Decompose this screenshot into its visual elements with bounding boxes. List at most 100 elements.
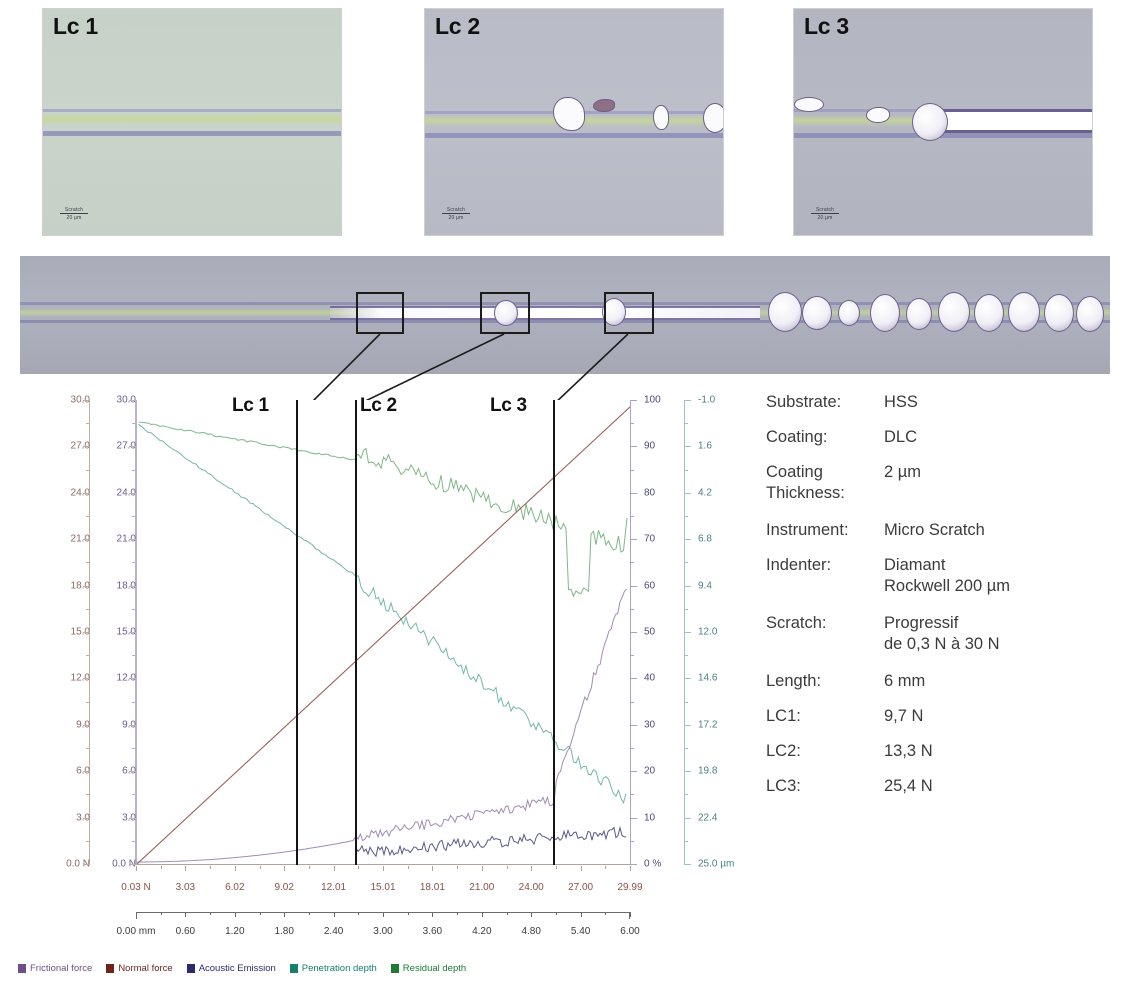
axis-tick <box>129 771 136 773</box>
scratch-panorama[interactable] <box>20 256 1110 374</box>
info-key: Coating: <box>766 428 828 446</box>
callout-box-lc2[interactable] <box>480 292 530 334</box>
info-value: 13,3 N <box>884 742 933 760</box>
info-key: Scratch: <box>766 614 827 632</box>
micrograph-row: Lc 1 Scratch 20 µm Lc 2 Scratch 20 µm Lc <box>0 0 1130 248</box>
axis-acoustic-emission: 100 90 80 70 60 50 40 30 20 10 0 % <box>630 395 682 870</box>
axis-normal-force: 30.0 27.0 24.0 21.0 18.0 15.0 12.0 9.0 6.0 3.0 0.0… <box>22 395 90 870</box>
axis-tick-label: 100 <box>644 394 661 406</box>
axis-tick <box>684 655 688 657</box>
axis-tick <box>684 794 688 796</box>
panorama-blob <box>906 298 932 330</box>
axis-tick-label: 40 <box>644 672 656 684</box>
axis-tick <box>132 655 136 657</box>
axis-tick-label: 18.01 <box>419 882 445 893</box>
axis-tick <box>684 771 691 773</box>
axis-tick <box>630 866 631 871</box>
axis-tick-label: 30 <box>644 719 656 731</box>
micrograph-lc1-label: Lc 1 <box>53 13 98 39</box>
axis-tick-label: 6.02 <box>225 882 245 893</box>
axis-tick-minor <box>210 912 212 915</box>
micrograph-lc1[interactable]: Lc 1 Scratch 20 µm <box>42 8 342 236</box>
axis-tick-minor <box>160 912 162 915</box>
axis-tick <box>132 794 136 796</box>
scratch-chart[interactable]: ++++++++++++++++++++++++++++++++++++++++… <box>0 388 734 948</box>
legend-item[interactable]: Residual depth <box>390 962 467 974</box>
axis-tick-minor <box>407 912 409 915</box>
axis-tick <box>383 912 384 917</box>
axis-tick <box>432 866 434 871</box>
axis-tick <box>136 866 137 871</box>
axis-tick-label: 19.8 <box>698 765 718 777</box>
legend-item[interactable]: Normal force <box>106 962 173 974</box>
info-key: Coating Thickness: <box>766 463 845 502</box>
axis-tick <box>630 771 637 773</box>
axis-tick-label: 9.4 <box>698 580 712 592</box>
info-value: 9,7 N <box>884 707 924 725</box>
info-row: Length: 6 mm <box>766 671 1126 692</box>
axis-tick-label: 24.00 <box>518 882 544 893</box>
chart-legend: Frictional force Normal force Acoustic Emi… <box>14 958 574 978</box>
axis-tick <box>684 562 688 564</box>
axis-tick <box>630 539 637 541</box>
legend-item[interactable]: Acoustic Emission <box>186 963 276 974</box>
axis-tick <box>684 840 688 842</box>
axis-tick <box>481 912 483 917</box>
info-value: HSS <box>884 393 918 411</box>
axis-tick <box>129 446 136 448</box>
axis-tick-label: 1.20 <box>225 926 245 937</box>
axis-tick-label: 12.01 <box>321 882 347 893</box>
info-key: Instrument: <box>766 521 849 539</box>
micrograph-lc2[interactable]: Lc 2 Scratch 20 µm <box>424 8 724 236</box>
axis-tick <box>284 912 286 917</box>
legend-label: Normal force <box>118 962 173 974</box>
scale-bar-lc1: Scratch 20 µm <box>57 207 91 221</box>
axis-tick <box>580 866 582 871</box>
spallation-chip <box>593 99 615 112</box>
micrograph-lc3-label: Lc 3 <box>804 13 849 39</box>
axis-tick-label: 3.60 <box>422 926 443 937</box>
info-value: Progressif de 0,3 N à 30 N <box>884 614 1000 653</box>
legend-item[interactable]: Penetration depth <box>289 963 377 974</box>
axis-tick <box>132 840 136 842</box>
axis-tick-label: 80 <box>644 487 656 499</box>
scratch-track-edge-lower <box>425 133 723 138</box>
callout-box-lc1[interactable] <box>356 292 404 334</box>
axis-tick <box>684 608 688 610</box>
spallation-chip <box>866 107 890 123</box>
panorama-blob <box>768 292 802 332</box>
chart-curves <box>136 405 632 865</box>
panorama-blob <box>1008 292 1040 332</box>
lc-label-1: Lc 1 <box>232 395 269 416</box>
info-row: Scratch: Progressif de 0,3 N à 30 N <box>766 613 1126 655</box>
micrograph-lc3[interactable]: Lc 3 Scratch 20 µm <box>793 8 1093 236</box>
axis-tick-label: 90 <box>644 440 656 452</box>
panorama-blob <box>1076 296 1104 332</box>
axis-tick-minor <box>457 866 459 869</box>
axis-tick-label: 5.40 <box>570 926 591 937</box>
axis-tick <box>684 446 691 448</box>
legend-item[interactable]: Frictional force <box>18 963 92 974</box>
axis-tick-label: 0.00 mm <box>116 926 156 937</box>
axis-tick <box>580 912 582 917</box>
axis-tick-minor <box>555 866 557 869</box>
axis-tick-minor <box>506 866 508 869</box>
axis-tick <box>132 469 136 471</box>
axis-tick-label: 0.60 <box>175 926 196 937</box>
axis-tick <box>684 516 688 517</box>
axis-depth: -1.0 1.6 4.2 6.8 9.4 12.0 14.6 17.2 19.8 22.4 25.0… <box>684 395 750 870</box>
scale-bar-caption: Scratch <box>815 207 835 213</box>
axis-tick-label: 25.0 µm <box>698 858 735 870</box>
info-row: Coating Thickness: 2 µm <box>766 462 1126 504</box>
legend-swatch <box>106 963 115 973</box>
axis-tick <box>129 492 136 494</box>
axis-tick-minor <box>358 866 360 869</box>
axis-frictional-force: 30.0 27.0 24.0 21.0 18.0 15.0 12.0 9.0 6.0 3.0 0.0… <box>88 395 136 870</box>
axis-tick <box>234 912 236 917</box>
axis-tick <box>132 701 136 703</box>
callout-box-lc3[interactable] <box>604 292 654 334</box>
scale-bar-line <box>442 213 470 214</box>
axis-tick <box>630 724 637 726</box>
legend-label: Residual depth <box>402 962 467 974</box>
axis-tick <box>531 912 533 917</box>
